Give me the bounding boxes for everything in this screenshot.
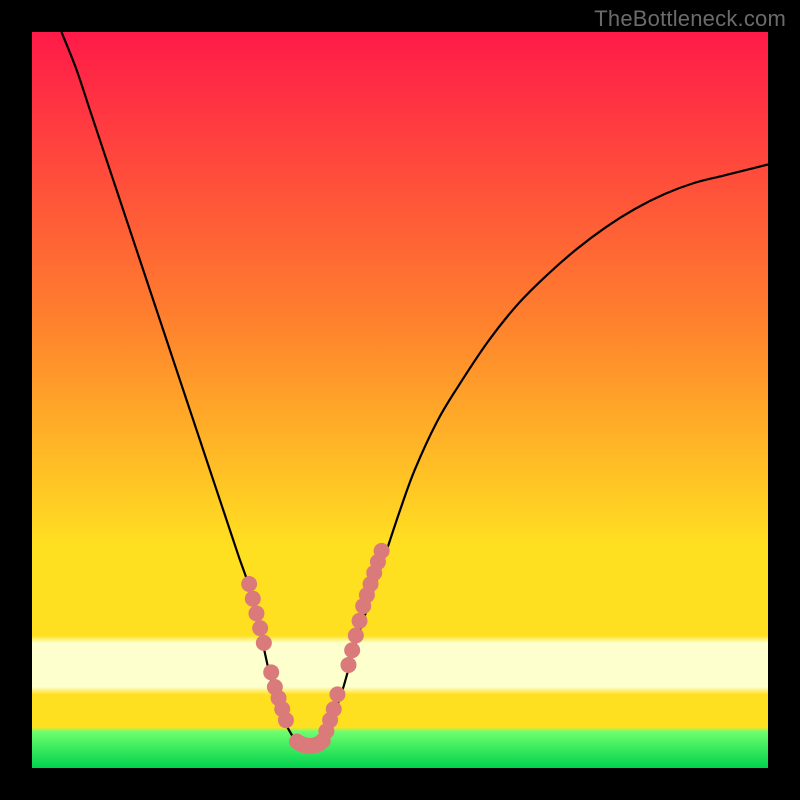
curve-marker bbox=[326, 701, 342, 717]
curve-marker bbox=[352, 613, 368, 629]
curve-marker bbox=[344, 642, 360, 658]
curve-marker bbox=[245, 591, 261, 607]
curve-marker bbox=[374, 543, 390, 559]
chart-svg bbox=[32, 32, 768, 768]
curve-marker bbox=[256, 635, 272, 651]
watermark-text: TheBottleneck.com bbox=[594, 6, 786, 32]
curve-marker bbox=[263, 664, 279, 680]
chart-frame: TheBottleneck.com bbox=[0, 0, 800, 800]
plot-area bbox=[32, 32, 768, 768]
curve-marker bbox=[329, 686, 345, 702]
curve-marker bbox=[278, 712, 294, 728]
curve-marker bbox=[348, 628, 364, 644]
curve-marker bbox=[340, 657, 356, 673]
curve-marker bbox=[252, 620, 268, 636]
curve-marker bbox=[241, 576, 257, 592]
curve-marker bbox=[248, 605, 264, 621]
gradient-bg bbox=[32, 32, 768, 768]
